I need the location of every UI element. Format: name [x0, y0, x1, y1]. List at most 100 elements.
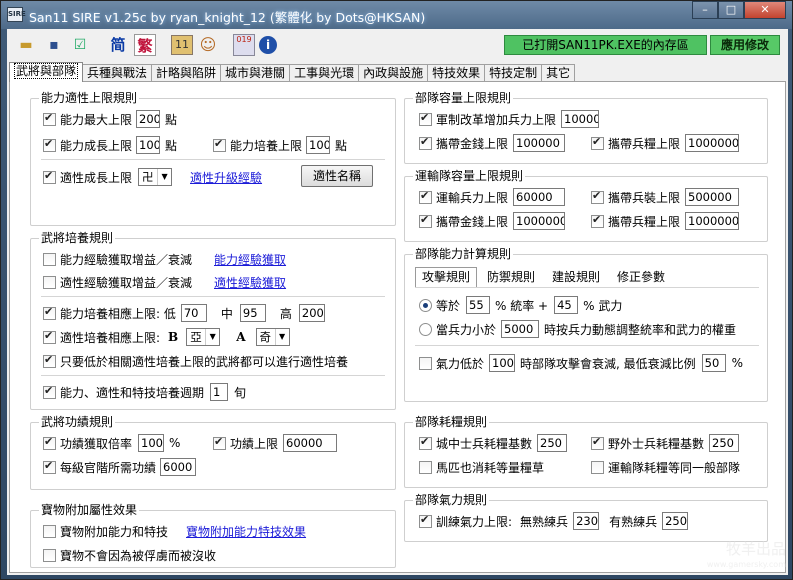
open-folder-icon[interactable]: ▬: [15, 34, 37, 56]
save-icon[interactable]: ▪: [43, 34, 65, 56]
low-limit-input[interactable]: 70: [180, 304, 207, 322]
aptitude-growth-checkbox[interactable]: [43, 169, 56, 184]
merit-rate-checkbox[interactable]: [43, 435, 56, 450]
aptitude-exp-link[interactable]: 適性升級經驗: [190, 169, 262, 186]
tab-works-aura[interactable]: 工事與光環: [289, 64, 360, 82]
treasure-add-checkbox[interactable]: [43, 524, 56, 538]
mid-limit-input[interactable]: 95: [239, 304, 266, 322]
transport-equip-checkbox[interactable]: [591, 189, 604, 204]
ability-exp-link[interactable]: 能力經驗獲取: [214, 251, 286, 268]
checklist-icon[interactable]: ☑: [69, 34, 91, 56]
transport-food-checkbox[interactable]: [591, 213, 604, 228]
reform-troops-checkbox[interactable]: [419, 111, 432, 126]
training-cycle-checkbox[interactable]: [43, 384, 56, 399]
calc-subtabs: 攻擊規則 防禦規則 建設規則 修正參數: [415, 267, 675, 287]
ability-exp-checkbox[interactable]: [43, 252, 56, 266]
minimize-button[interactable]: –: [692, 1, 718, 19]
traditional-chinese-button[interactable]: 繁: [134, 34, 156, 56]
group-title: 部隊耗糧規則: [413, 415, 490, 429]
maximize-button[interactable]: □: [718, 1, 744, 19]
transport-food-input[interactable]: 10000000: [685, 212, 740, 230]
field-food-label: 野外士兵耗糧基數: [608, 436, 705, 451]
apply-changes-button[interactable]: 應用修改: [710, 35, 780, 55]
train-limit-input[interactable]: 100: [306, 136, 331, 154]
aptitude-exp-checkbox[interactable]: [43, 275, 56, 289]
tab-schemes-traps[interactable]: 計略與陷阱: [151, 64, 222, 82]
subtab-attack[interactable]: 攻擊規則: [415, 267, 478, 287]
training-cycle-input[interactable]: 1: [210, 383, 229, 401]
close-button[interactable]: ✕: [744, 1, 786, 19]
trained-morale-input[interactable]: 250: [662, 512, 689, 530]
treasure-effects-link[interactable]: 寶物附加能力特技效果: [186, 523, 306, 540]
a-grade-select[interactable]: 奇 ▼: [255, 328, 290, 346]
reform-troops-input[interactable]: 10000: [561, 110, 600, 128]
max-ability-checkbox[interactable]: [43, 111, 56, 126]
dynamic-ratio-radio[interactable]: [419, 322, 432, 336]
fixed-ratio-radio[interactable]: [419, 298, 432, 312]
transport-troops-checkbox[interactable]: [419, 189, 432, 204]
city-food-checkbox[interactable]: [419, 435, 432, 450]
field-food-input[interactable]: 250: [709, 434, 740, 452]
aptitude-exp-gain-link[interactable]: 適性經驗獲取: [214, 274, 286, 291]
tab-skill-custom[interactable]: 特技定制: [484, 64, 543, 82]
unit-food-input[interactable]: 1000000: [685, 134, 740, 152]
below-limit-train-checkbox[interactable]: [43, 353, 56, 368]
merit-rate-input[interactable]: 100: [138, 434, 165, 452]
subtab-modifiers[interactable]: 修正參數: [610, 267, 672, 287]
unit-gold-input[interactable]: 100000: [513, 134, 566, 152]
below-limit-train-label: 只要低於相關適性培養上限的武將都可以進行適性培養: [60, 354, 349, 369]
tab-domestic-facilities[interactable]: 內政與設施: [358, 64, 429, 82]
max-ability-input[interactable]: 200: [136, 110, 161, 128]
high-limit-input[interactable]: 200: [298, 304, 325, 322]
tab-generals-units[interactable]: 武將與部隊: [9, 62, 84, 82]
morale-cap-checkbox[interactable]: [419, 513, 432, 528]
field-food-checkbox[interactable]: [591, 435, 604, 450]
unit-food-checkbox[interactable]: [591, 135, 604, 150]
ability-train-limit-checkbox[interactable]: [43, 305, 56, 320]
city-food-input[interactable]: 250: [537, 434, 568, 452]
transport-food-consume-checkbox[interactable]: [591, 460, 604, 474]
tab-other[interactable]: 其它: [541, 64, 576, 82]
growth-limit-input[interactable]: 100: [136, 136, 161, 154]
untrained-morale-input[interactable]: 230: [573, 512, 600, 530]
morale-decay-checkbox[interactable]: [419, 356, 432, 370]
rank-merit-checkbox[interactable]: [43, 459, 56, 474]
leadership-ratio-input[interactable]: 55: [466, 296, 491, 314]
treasure-keep-checkbox[interactable]: [43, 548, 56, 562]
tab-troops-tactics[interactable]: 兵種與戰法: [82, 64, 153, 82]
transport-gold-input[interactable]: 1000000: [513, 212, 566, 230]
title-bar: SIRE San11 SIRE v1.25c by ryan_knight_12…: [1, 1, 792, 29]
info-icon[interactable]: i: [259, 36, 277, 54]
merit-cap-input[interactable]: 60000: [283, 434, 338, 452]
subtab-defense[interactable]: 防禦規則: [480, 267, 542, 287]
merit-cap-label: 功績上限: [230, 436, 279, 451]
aptitude-names-button[interactable]: 適性名稱: [301, 165, 373, 187]
rank-merit-input[interactable]: 6000: [160, 458, 197, 476]
morale-threshold-input[interactable]: 100: [489, 354, 516, 372]
unit-gold-checkbox[interactable]: [419, 135, 432, 150]
tab-skill-effects[interactable]: 特技效果: [427, 64, 486, 82]
character-face-icon[interactable]: ☺: [197, 34, 219, 56]
unit-label: 旬: [234, 385, 247, 400]
aptitude-growth-select[interactable]: 卍 ▼: [138, 168, 173, 186]
transport-gold-checkbox[interactable]: [419, 213, 432, 228]
min-decay-input[interactable]: 50: [701, 354, 726, 372]
b-grade-select[interactable]: 亞 ▼: [186, 328, 221, 346]
aptitude-train-limit-checkbox[interactable]: [43, 329, 56, 344]
force-ratio-input[interactable]: 45: [554, 296, 579, 314]
tab-cities-ports[interactable]: 城市與港關: [220, 64, 291, 82]
subtab-build[interactable]: 建設規則: [545, 267, 607, 287]
train-limit-checkbox[interactable]: [213, 137, 226, 152]
dynamic-troops-input[interactable]: 5000: [501, 320, 540, 338]
simplified-chinese-button[interactable]: 简: [107, 34, 129, 56]
horse-food-checkbox[interactable]: [419, 460, 432, 474]
merit-group: 武將功績規則 功績獲取倍率 100 % 功績上限 60000 每級官階所需功績 …: [30, 415, 396, 490]
growth-limit-checkbox[interactable]: [43, 137, 56, 152]
calculator-icon[interactable]: 019: [233, 34, 255, 56]
calendar-icon[interactable]: 11: [171, 35, 193, 55]
merit-cap-checkbox[interactable]: [213, 435, 226, 450]
transport-equip-input[interactable]: 500000: [685, 188, 740, 206]
transport-troops-input[interactable]: 60000: [513, 188, 566, 206]
transport-food-consume-label: 運輸隊耗糧等同一般部隊: [608, 460, 741, 475]
divider: [41, 296, 385, 297]
